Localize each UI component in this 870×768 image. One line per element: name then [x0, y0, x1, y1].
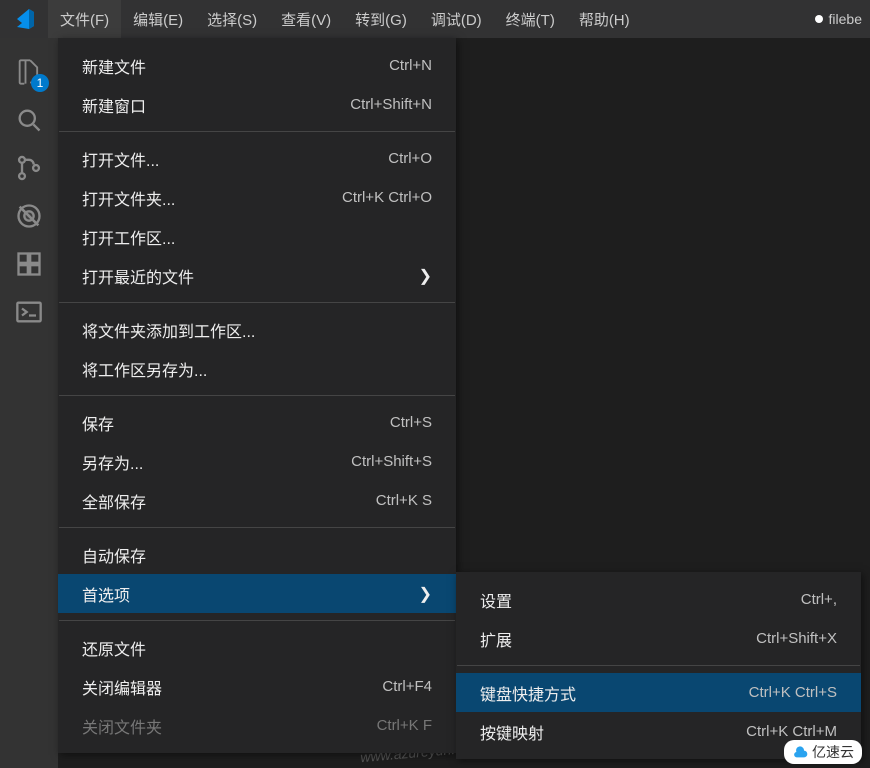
menu-item-label: 打开最近的文件	[82, 264, 194, 288]
menubar-item-7[interactable]: 帮助(H)	[567, 0, 642, 38]
menu-item-shortcut: Ctrl+K F	[377, 717, 432, 734]
debug-icon[interactable]	[9, 196, 49, 236]
menu-item-shortcut: Ctrl+K Ctrl+O	[342, 189, 432, 206]
menu-item[interactable]: 键盘快捷方式 Ctrl+K Ctrl+S	[456, 673, 861, 712]
menu-item-label: 新建文件	[82, 54, 146, 78]
explorer-icon[interactable]: 1	[9, 52, 49, 92]
menu-item-label: 打开文件夹...	[82, 186, 175, 210]
menu-item-shortcut: Ctrl+O	[388, 150, 432, 167]
menu-separator	[457, 665, 860, 666]
menu-item[interactable]: 自动保存	[58, 535, 456, 574]
menu-item-shortcut: Ctrl+S	[390, 414, 432, 431]
menu-bar: 文件(F)编辑(E)选择(S)查看(V)转到(G)调试(D)终端(T)帮助(H)…	[0, 0, 870, 38]
source-control-icon[interactable]	[9, 148, 49, 188]
menu-item-shortcut: Ctrl+,	[801, 591, 837, 608]
filename-text: filebe	[829, 11, 862, 27]
menu-item-label: 新建窗口	[82, 93, 146, 117]
menu-item-label: 打开工作区...	[82, 225, 175, 249]
menubar-item-0[interactable]: 文件(F)	[48, 0, 121, 38]
menu-item-label: 扩展	[480, 627, 512, 651]
menubar-item-6[interactable]: 终端(T)	[494, 0, 567, 38]
menu-item-label: 设置	[480, 588, 512, 612]
menu-item[interactable]: 保存 Ctrl+S	[58, 403, 456, 442]
preferences-submenu: 设置 Ctrl+, 扩展 Ctrl+Shift+X 键盘快捷方式 Ctrl+K Ctrl+…	[456, 572, 861, 759]
menu-separator	[59, 395, 455, 396]
menu-item-label: 打开文件...	[82, 147, 159, 171]
menu-item[interactable]: 新建窗口 Ctrl+Shift+N	[58, 85, 456, 124]
explorer-badge: 1	[31, 74, 49, 92]
menu-item[interactable]: 另存为... Ctrl+Shift+S	[58, 442, 456, 481]
menu-item[interactable]: 还原文件	[58, 628, 456, 667]
menu-item-label: 全部保存	[82, 489, 146, 513]
menu-item-label: 保存	[82, 411, 114, 435]
menu-item-label: 将工作区另存为...	[82, 357, 207, 381]
menu-item[interactable]: 将文件夹添加到工作区...	[58, 310, 456, 349]
menu-item-label: 自动保存	[82, 543, 146, 567]
file-menu-dropdown: 新建文件Ctrl+N新建窗口Ctrl+Shift+N打开文件...Ctrl+O打…	[58, 38, 456, 753]
vscode-logo	[0, 0, 48, 38]
menu-item-label: 还原文件	[82, 636, 146, 660]
menubar-item-3[interactable]: 查看(V)	[269, 0, 343, 38]
menu-item[interactable]: 全部保存 Ctrl+K S	[58, 481, 456, 520]
terminal-panel-icon[interactable]	[9, 292, 49, 332]
menu-item-label: 首选项	[82, 582, 130, 606]
menu-item-label: 另存为...	[82, 450, 143, 474]
menu-item[interactable]: 打开文件... Ctrl+O	[58, 139, 456, 178]
menu-item[interactable]: 关闭文件夹 Ctrl+K F	[58, 706, 456, 745]
menu-separator	[59, 302, 455, 303]
menu-item[interactable]: 打开工作区...	[58, 217, 456, 256]
chevron-right-icon: ❯	[419, 266, 432, 286]
menu-item[interactable]: 关闭编辑器 Ctrl+F4	[58, 667, 456, 706]
menubar-item-4[interactable]: 转到(G)	[343, 0, 419, 38]
menu-separator	[59, 527, 455, 528]
menubar-item-1[interactable]: 编辑(E)	[121, 0, 195, 38]
menu-item[interactable]: 打开文件夹... Ctrl+K Ctrl+O	[58, 178, 456, 217]
search-icon[interactable]	[9, 100, 49, 140]
menu-item-shortcut: Ctrl+F4	[382, 678, 432, 695]
menu-item[interactable]: 新建文件 Ctrl+N	[58, 46, 456, 85]
menu-item[interactable]: 首选项 ❯	[58, 574, 456, 613]
menu-item-label: 将文件夹添加到工作区...	[82, 318, 255, 342]
menu-item-shortcut: Ctrl+Shift+X	[756, 630, 837, 647]
menu-item[interactable]: 设置 Ctrl+,	[456, 580, 861, 619]
chevron-right-icon: ❯	[419, 584, 432, 604]
menu-item-label: 关闭文件夹	[82, 714, 162, 738]
menu-item-shortcut: Ctrl+K Ctrl+S	[749, 684, 837, 701]
extensions-icon[interactable]	[9, 244, 49, 284]
menu-item-shortcut: Ctrl+Shift+N	[350, 96, 432, 113]
menu-item[interactable]: 打开最近的文件 ❯	[58, 256, 456, 295]
menu-item-label: 关闭编辑器	[82, 675, 162, 699]
menu-item-shortcut: Ctrl+N	[389, 57, 432, 74]
window-title: filebe	[807, 11, 870, 27]
menubar-item-5[interactable]: 调试(D)	[419, 0, 494, 38]
menu-item[interactable]: 扩展 Ctrl+Shift+X	[456, 619, 861, 658]
menu-item-shortcut: Ctrl+K Ctrl+M	[746, 723, 837, 740]
menu-item-label: 按键映射	[480, 720, 544, 744]
menu-separator	[59, 131, 455, 132]
yisu-badge: 亿速云	[784, 740, 862, 764]
menubar-item-2[interactable]: 选择(S)	[195, 0, 269, 38]
menu-item-shortcut: Ctrl+Shift+S	[351, 453, 432, 470]
activity-bar: 1	[0, 38, 58, 768]
menu-item-shortcut: Ctrl+K S	[376, 492, 432, 509]
menu-separator	[59, 620, 455, 621]
menu-item[interactable]: 将工作区另存为...	[58, 349, 456, 388]
modified-indicator	[815, 15, 823, 23]
menu-item-label: 键盘快捷方式	[480, 681, 576, 705]
